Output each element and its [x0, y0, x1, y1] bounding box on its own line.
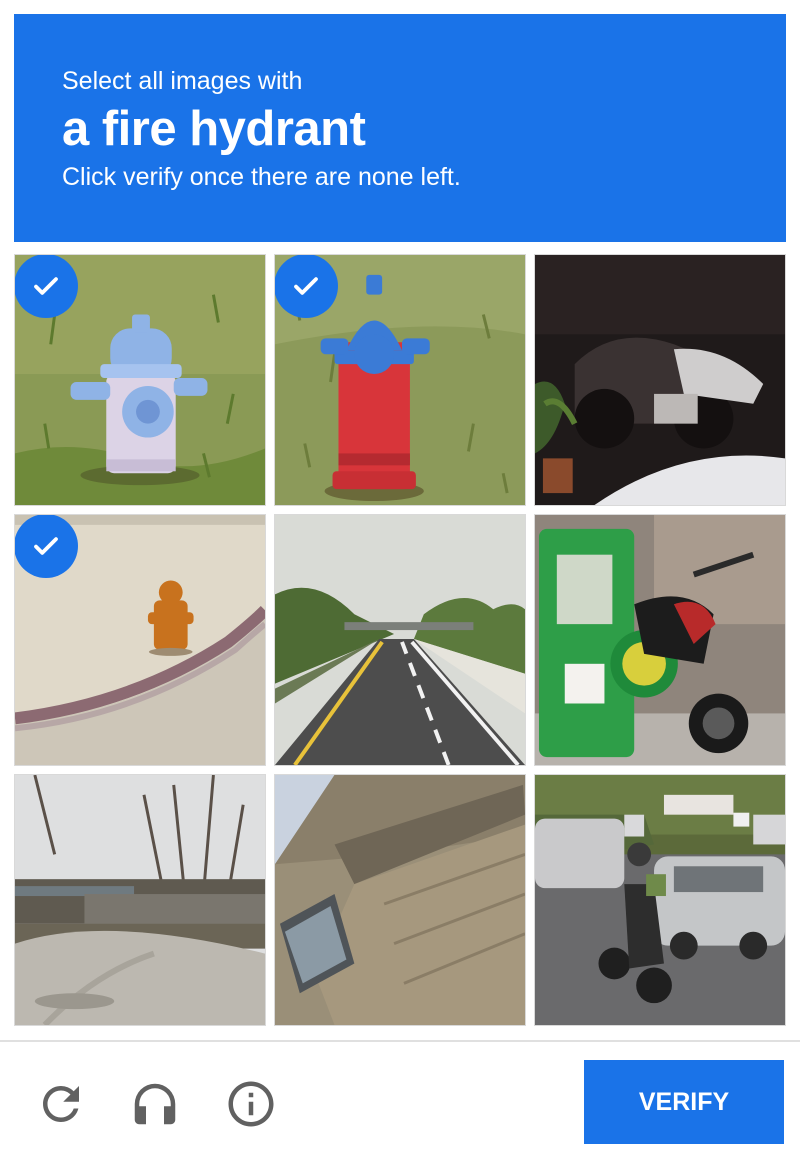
tile-image	[15, 775, 265, 1025]
challenge-header: Select all images with a fire hydrant Cl…	[14, 14, 786, 242]
target-object-text: a fire hydrant	[62, 102, 366, 156]
verify-hint-text: Click verify once there are none left.	[62, 163, 461, 191]
grid-tile-7[interactable]	[14, 774, 266, 1026]
reload-button[interactable]	[34, 1077, 88, 1131]
selected-check-icon	[15, 255, 78, 318]
grid-tile-1[interactable]	[14, 254, 266, 506]
tile-image	[535, 515, 785, 765]
verify-button[interactable]: VERIFY	[584, 1060, 784, 1144]
tile-image	[275, 515, 525, 765]
grid-tile-3[interactable]	[534, 254, 786, 506]
grid-tile-4[interactable]	[14, 514, 266, 766]
info-icon	[228, 1081, 274, 1127]
grid-tile-2[interactable]	[274, 254, 526, 506]
grid-tile-8[interactable]	[274, 774, 526, 1026]
tile-image	[535, 775, 785, 1025]
help-button[interactable]	[224, 1077, 278, 1131]
headphones-icon	[134, 1083, 176, 1125]
audio-challenge-button[interactable]	[128, 1077, 182, 1131]
grid-tile-6[interactable]	[534, 514, 786, 766]
grid-tile-5[interactable]	[274, 514, 526, 766]
instruction-text: Select all images with	[62, 67, 303, 95]
tile-image	[535, 255, 785, 505]
footer-divider	[0, 1040, 800, 1042]
grid-tile-9[interactable]	[534, 774, 786, 1026]
image-grid	[14, 254, 786, 1026]
tile-image	[275, 775, 525, 1025]
selected-check-icon	[15, 515, 78, 578]
selected-check-icon	[275, 255, 338, 318]
reload-icon	[43, 1086, 79, 1122]
